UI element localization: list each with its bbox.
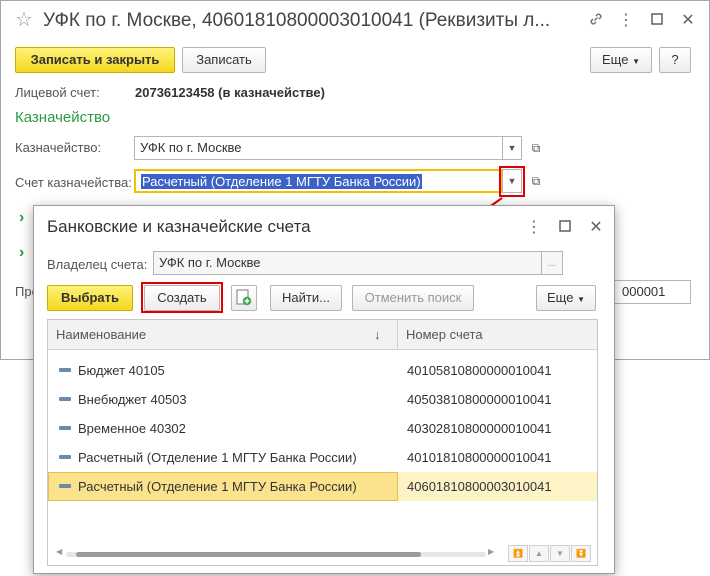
maximize-icon[interactable] [647, 11, 667, 31]
treasury-account-input[interactable]: Расчетный (Отделение 1 МГТУ Банка России… [134, 169, 503, 193]
close-icon[interactable]: ✕ [678, 11, 698, 31]
section-title-treasury: Казначейство [15, 109, 111, 126]
owner-label: Владелец счета: [47, 257, 148, 272]
account-value: 20736123458 (в казначействе) [135, 85, 325, 100]
go-down-icon[interactable]: ▼ [550, 545, 570, 562]
go-first-icon[interactable]: ⏫ [508, 545, 528, 562]
column-header-name-label: Наименование [56, 327, 147, 342]
table-row[interactable]: Внебюджет 40503 40503810800000010041 [48, 385, 597, 414]
bank-accounts-dialog: Банковские и казначейские счета ⋮ ✕ Влад… [33, 205, 615, 574]
maximize-icon[interactable] [555, 218, 575, 238]
create-highlight-frame [141, 282, 223, 313]
scrollbar-thumb[interactable] [76, 552, 421, 557]
link-icon[interactable] [586, 11, 606, 31]
cancel-search-button[interactable]: Отменить поиск [352, 285, 474, 311]
row-name: Бюджет 40105 [78, 363, 165, 378]
row-name: Внебюджет 40503 [78, 392, 187, 407]
treasury-dropdown-icon[interactable]: ▼ [502, 136, 522, 160]
sort-down-icon: ↓ [374, 327, 381, 342]
column-header-number[interactable]: Номер счета [398, 320, 597, 350]
go-up-icon[interactable]: ▲ [529, 545, 549, 562]
owner-field[interactable]: УФК по г. Москве [153, 251, 542, 275]
row-number: 40105810800000010041 [407, 363, 552, 378]
close-icon[interactable]: ✕ [586, 218, 606, 238]
save-and-close-button[interactable]: Записать и закрыть [15, 47, 175, 73]
row-name: Расчетный (Отделение 1 МГТУ Банка России… [78, 450, 357, 465]
row-number: 40503810800000010041 [407, 392, 552, 407]
add-copy-button[interactable] [231, 285, 257, 311]
row-name: Расчетный (Отделение 1 МГТУ Банка России… [48, 472, 398, 501]
treasury-open-form-icon[interactable]: ⧉ [527, 139, 545, 157]
go-last-icon[interactable]: ⏬ [571, 545, 591, 562]
treasury-account-open-form-icon[interactable]: ⧉ [527, 172, 545, 190]
dialog-more-label: Еще [547, 290, 574, 305]
add-copy-icon [236, 289, 252, 306]
chevron-right-icon[interactable]: › [19, 209, 24, 227]
table-row[interactable]: Бюджет 40105 40105810800000010041 [48, 356, 597, 385]
dropdown-arrow-icon: ▼ [577, 295, 585, 304]
scroll-right-icon[interactable]: ▶ [488, 547, 494, 556]
row-number: 40302810800000010041 [407, 421, 552, 436]
table-row[interactable]: Расчетный (Отделение 1 МГТУ Банка России… [48, 443, 597, 472]
row-number: 40601810800003010041 [407, 479, 552, 494]
window-title: УФК по г. Москве, 40601810800003010041 (… [43, 10, 551, 31]
table-row-selected[interactable]: Расчетный (Отделение 1 МГТУ Банка России… [48, 472, 597, 501]
find-button[interactable]: Найти... [270, 285, 342, 311]
dropdown-arrow-icon: ▼ [632, 57, 640, 66]
chevron-right-icon[interactable]: › [19, 244, 24, 262]
table-header: Наименование ↓ Номер счета [48, 320, 597, 350]
column-header-name[interactable]: Наименование ↓ [48, 320, 398, 350]
more-actions-icon[interactable]: ⋮ [524, 218, 544, 238]
row-item-icon [59, 484, 71, 488]
owner-select-button[interactable]: ... [541, 251, 563, 275]
dialog-more-button[interactable]: Еще ▼ [536, 285, 596, 311]
account-label: Лицевой счет: [15, 85, 100, 100]
horizontal-scrollbar[interactable]: ◀ ▶ [56, 547, 494, 558]
more-label: Еще [602, 52, 629, 67]
treasury-account-selected-text: Расчетный (Отделение 1 МГТУ Банка России… [141, 174, 422, 189]
table-row[interactable]: Временное 40302 40302810800000010041 [48, 414, 597, 443]
save-button[interactable]: Записать [182, 47, 266, 73]
treasury-account-label: Счет казначейства: [15, 175, 132, 190]
scroll-left-icon[interactable]: ◀ [56, 547, 62, 556]
more-actions-icon[interactable]: ⋮ [616, 11, 636, 31]
treasury-label: Казначейство: [15, 140, 102, 155]
dialog-title: Банковские и казначейские счета [47, 217, 311, 236]
treasury-input[interactable]: УФК по г. Москве [134, 136, 503, 160]
more-button[interactable]: Еще ▼ [590, 47, 652, 73]
star-icon[interactable]: ☆ [15, 9, 33, 31]
accounts-table: Наименование ↓ Номер счета Бюджет 40105 … [47, 319, 598, 566]
row-number: 40101810800000010041 [407, 450, 552, 465]
help-button[interactable]: ? [659, 47, 691, 73]
title-bar: ☆ УФК по г. Москве, 40601810800003010041… [1, 1, 709, 41]
row-name: Временное 40302 [78, 421, 186, 436]
select-button[interactable]: Выбрать [47, 285, 133, 311]
